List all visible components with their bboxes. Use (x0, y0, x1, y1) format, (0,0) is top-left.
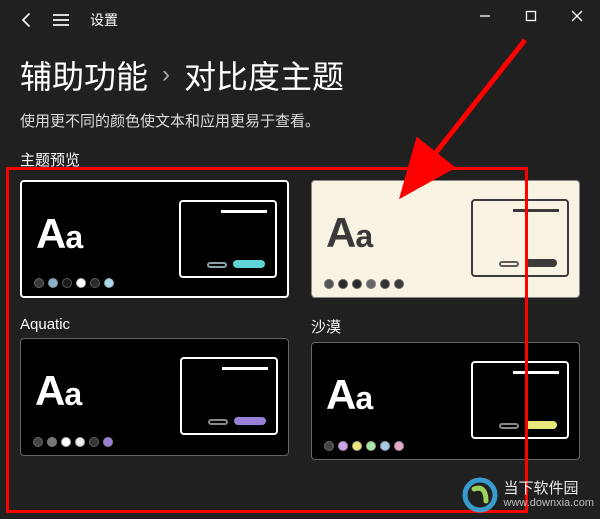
minimize-icon (479, 10, 491, 22)
theme-block: 沙漠 Aa (311, 316, 580, 460)
theme-window-preview (471, 361, 569, 439)
settings-label: 设置 (90, 10, 118, 30)
theme-name-label: Aquatic (20, 316, 289, 333)
watermark-url: www.downxia.com (504, 497, 594, 509)
theme-block: Aa (311, 180, 580, 298)
breadcrumb-parent[interactable]: 辅助功能 (20, 52, 148, 98)
theme-card[interactable]: Aa (20, 180, 289, 298)
palette-dot (352, 441, 362, 451)
palette-dot (324, 441, 334, 451)
theme-palette (33, 437, 113, 447)
palette-dot (338, 279, 348, 289)
menu-button[interactable] (44, 3, 78, 37)
close-button[interactable] (554, 0, 600, 32)
window-controls (462, 0, 600, 32)
watermark-logo-icon (462, 477, 498, 513)
palette-dot (47, 437, 57, 447)
theme-sample-text: Aa (326, 209, 372, 257)
palette-dot (380, 279, 390, 289)
theme-window-preview (179, 200, 277, 278)
arrow-left-icon (19, 12, 35, 28)
theme-card[interactable]: Aa (311, 180, 580, 298)
theme-sample-text: Aa (36, 210, 82, 258)
theme-palette (324, 441, 404, 451)
palette-dot (90, 278, 100, 288)
palette-dot (352, 279, 362, 289)
palette-dot (76, 278, 86, 288)
palette-dot (75, 437, 85, 447)
back-button[interactable] (10, 3, 44, 37)
theme-name-label: 沙漠 (311, 316, 580, 337)
theme-sample-text: Aa (35, 367, 81, 415)
theme-palette (324, 279, 404, 289)
theme-window-preview (180, 357, 278, 435)
theme-palette (34, 278, 114, 288)
theme-block: Aquatic Aa (20, 316, 289, 460)
palette-dot (394, 441, 404, 451)
theme-window-preview (471, 199, 569, 277)
section-label: 主题预览 (20, 149, 580, 170)
page-title: 对比度主题 (184, 52, 344, 98)
chevron-right-icon: › (162, 61, 170, 89)
theme-block: Aa (20, 180, 289, 298)
watermark-name: 当下软件园 (504, 481, 594, 498)
theme-sample-text: Aa (326, 371, 372, 419)
palette-dot (89, 437, 99, 447)
content: 主题预览 Aa Aa Aquatic Aa 沙漠 Aa (0, 149, 600, 460)
minimize-button[interactable] (462, 0, 508, 32)
palette-dot (366, 441, 376, 451)
watermark: 当下软件园 www.downxia.com (462, 477, 594, 513)
palette-dot (338, 441, 348, 451)
palette-dot (34, 278, 44, 288)
theme-grid: Aa Aa Aquatic Aa 沙漠 Aa (20, 180, 580, 460)
hamburger-icon (52, 13, 70, 27)
palette-dot (324, 279, 334, 289)
titlebar: 设置 (0, 0, 600, 40)
palette-dot (380, 441, 390, 451)
maximize-button[interactable] (508, 0, 554, 32)
palette-dot (104, 278, 114, 288)
theme-card[interactable]: Aa (20, 338, 289, 456)
maximize-icon (525, 10, 537, 22)
palette-dot (33, 437, 43, 447)
palette-dot (394, 279, 404, 289)
theme-card[interactable]: Aa (311, 342, 580, 460)
palette-dot (48, 278, 58, 288)
close-icon (571, 10, 583, 22)
page-subtitle: 使用更不同的颜色使文本和应用更易于查看。 (0, 102, 600, 149)
palette-dot (61, 437, 71, 447)
breadcrumb: 辅助功能 › 对比度主题 (0, 40, 600, 102)
palette-dot (103, 437, 113, 447)
palette-dot (62, 278, 72, 288)
palette-dot (366, 279, 376, 289)
